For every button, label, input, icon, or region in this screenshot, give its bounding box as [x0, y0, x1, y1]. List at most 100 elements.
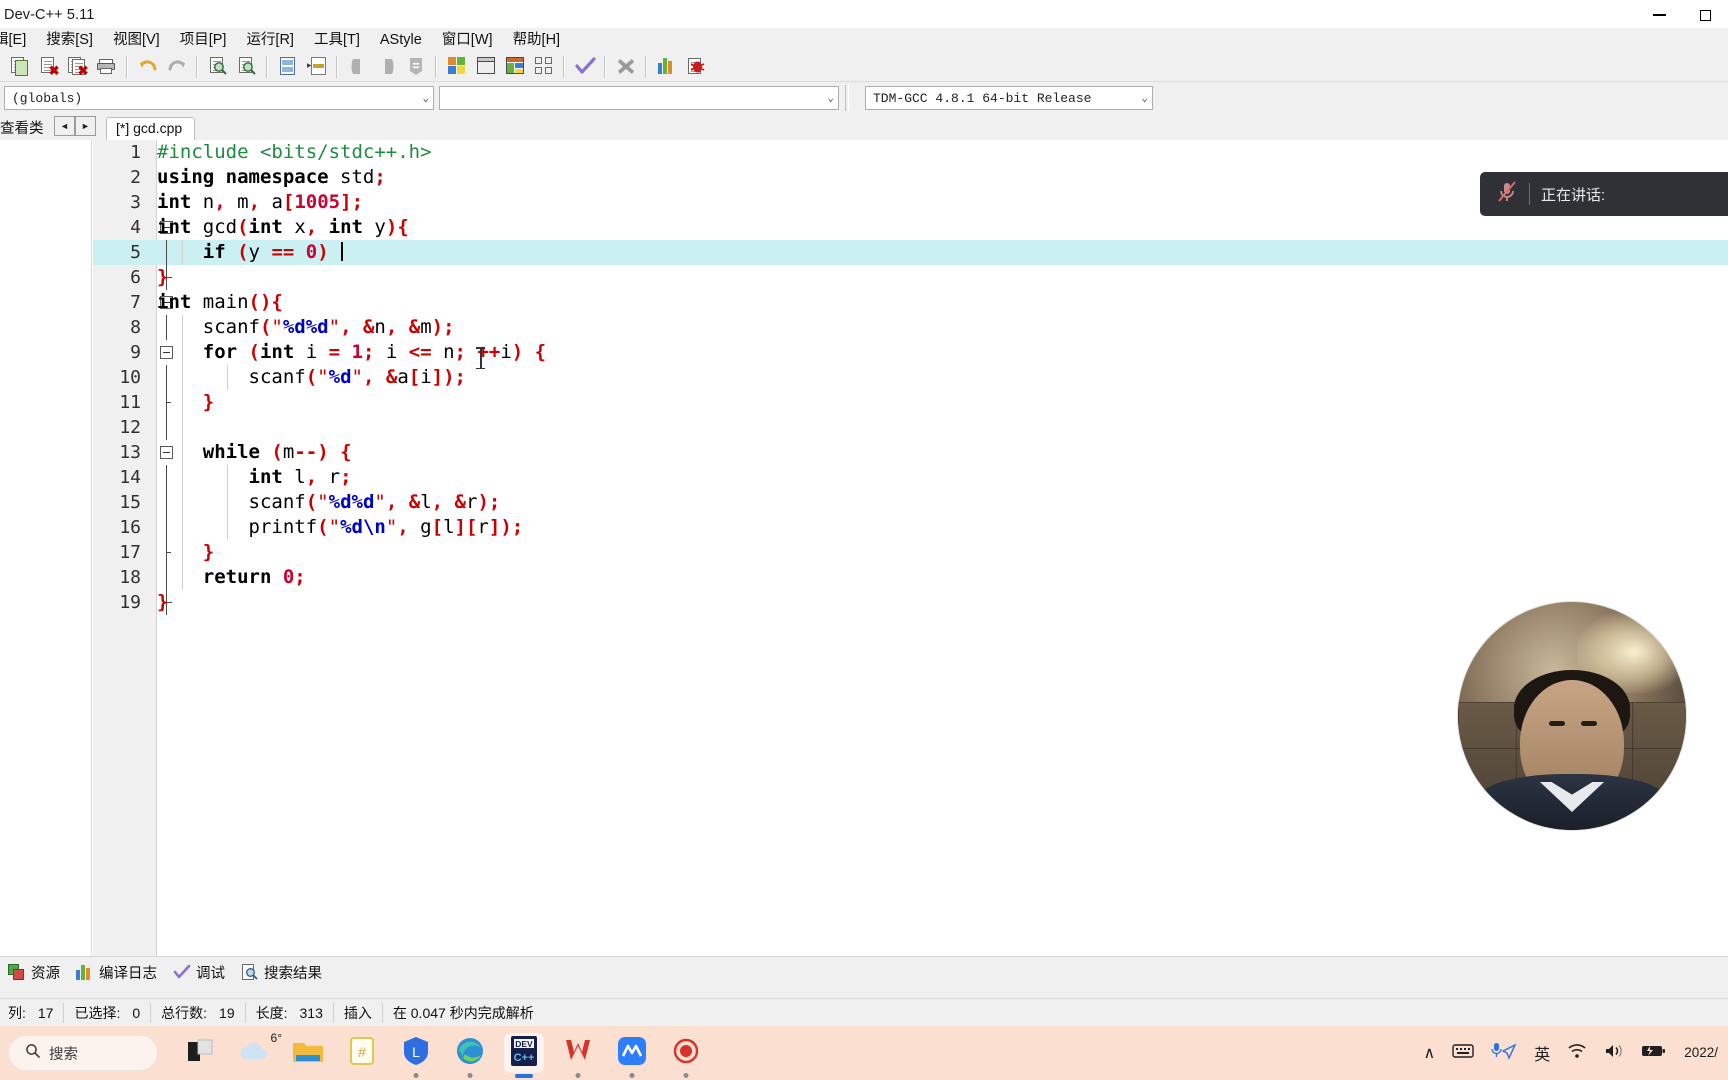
- taskbar-weather[interactable]: 6°: [234, 1031, 282, 1073]
- bottom-tab-compile-log[interactable]: 编译日志: [76, 962, 157, 983]
- taskbar-recorder[interactable]: [666, 1033, 706, 1078]
- cloud-icon: [238, 1037, 270, 1070]
- profile-button[interactable]: [401, 54, 430, 80]
- close-all-button[interactable]: ✖: [63, 54, 92, 80]
- code-line[interactable]: 4 int gcd(int x, int y){: [93, 215, 1728, 240]
- menu-item-run[interactable]: 运行[R]: [236, 29, 304, 51]
- taskbar-devcpp[interactable]: DEV C++: [504, 1033, 544, 1078]
- replace-icon: [278, 57, 298, 76]
- maximize-button[interactable]: [1682, 0, 1728, 30]
- undo-button[interactable]: [133, 54, 162, 80]
- taskbar-notes[interactable]: #: [342, 1033, 382, 1073]
- forward-button[interactable]: [372, 54, 401, 80]
- selector-separator: [845, 85, 849, 111]
- menu-item-view[interactable]: 视图[V]: [103, 29, 170, 51]
- search-icon: [25, 1043, 41, 1063]
- code-line[interactable]: 8 scanf("%d%d", &n, &m);: [93, 315, 1728, 340]
- code-line[interactable]: 14 int l, r;: [93, 465, 1728, 490]
- fold-guide-line: [166, 415, 167, 440]
- code-text-area[interactable]: 1 #include <bits/stdc++.h> 2 using namespac…: [93, 140, 1728, 956]
- code-line[interactable]: 9 for (int i = 1; i <= n; ++i) {: [93, 340, 1728, 365]
- close-file-icon: ✖: [39, 57, 60, 77]
- replace-button[interactable]: [273, 54, 302, 80]
- print-button[interactable]: [92, 54, 121, 80]
- svg-text:C++: C++: [514, 1052, 535, 1064]
- overlay-divider: [1529, 183, 1530, 205]
- bottom-tab-search-results[interactable]: 搜索结果: [241, 962, 322, 983]
- compiler-combobox[interactable]: TDM-GCC 4.8.1 64-bit Release ⌄: [865, 86, 1153, 110]
- tab-gcd-cpp[interactable]: [*] gcd.cpp: [106, 117, 196, 140]
- code-editor[interactable]: 1 #include <bits/stdc++.h> 2 using namespac…: [93, 140, 1728, 956]
- syntax-check-button[interactable]: [570, 54, 599, 80]
- status-length-label: 长度:: [255, 1004, 288, 1021]
- webcam-video-bubble[interactable]: [1458, 602, 1686, 830]
- redo-button[interactable]: [162, 54, 191, 80]
- taskbar-wps[interactable]: [558, 1033, 598, 1078]
- symbol-combobox[interactable]: ⌄: [439, 86, 839, 110]
- taskbar-clock[interactable]: 2022/: [1684, 1045, 1718, 1062]
- taskbar-file-explorer[interactable]: [288, 1033, 328, 1073]
- code-line[interactable]: 6}: [93, 265, 1728, 290]
- menu-item-help[interactable]: 帮助[H]: [503, 29, 571, 51]
- code-line[interactable]: 12: [93, 415, 1728, 440]
- code-line-text: for (int i = 1; i <= n; ++i) {: [202, 341, 547, 363]
- tab-prev-button[interactable]: ◄: [54, 116, 75, 136]
- code-line[interactable]: 15 scanf("%d%d", &l, &r);: [93, 490, 1728, 515]
- taskbar-lenovo[interactable]: L: [396, 1033, 436, 1078]
- code-line[interactable]: 17 }: [93, 540, 1728, 565]
- new-file-button[interactable]: [5, 54, 34, 80]
- back-button[interactable]: [343, 54, 372, 80]
- line-number: 16: [119, 517, 141, 538]
- tray-chevron-up-icon[interactable]: ∧: [1423, 1043, 1435, 1063]
- battery-charging-icon[interactable]: [1641, 1043, 1667, 1064]
- class-browser-panel[interactable]: [0, 140, 92, 956]
- compile-button[interactable]: [442, 54, 471, 80]
- svg-text:DEV: DEV: [515, 1039, 533, 1049]
- code-line[interactable]: 11 }: [93, 390, 1728, 415]
- menu-item-window[interactable]: 窗口[W]: [432, 29, 503, 51]
- wifi-icon[interactable]: [1567, 1043, 1587, 1064]
- goto-line-button[interactable]: [302, 54, 331, 80]
- menu-item-edit[interactable]: 辑[E]: [0, 29, 36, 51]
- line-number: 13: [119, 442, 141, 463]
- code-line[interactable]: 16 printf("%d\n", g[l][r]);: [93, 515, 1728, 540]
- taskbar-meeting[interactable]: [612, 1033, 652, 1078]
- mic-location-icon[interactable]: [1491, 1042, 1517, 1065]
- code-line[interactable]: 13 while (m--) {: [93, 440, 1728, 465]
- find-next-icon: [237, 57, 257, 76]
- tab-row: 查看类 ◄ ► [*] gcd.cpp: [0, 114, 1728, 140]
- debug-button[interactable]: [681, 54, 710, 80]
- bottom-tab-resources[interactable]: 资源: [8, 962, 60, 983]
- code-line[interactable]: 1 #include <bits/stdc++.h>: [93, 140, 1728, 165]
- running-indicator: [683, 1073, 689, 1078]
- taskbar-task-view[interactable]: [180, 1033, 220, 1073]
- close-file-button[interactable]: ✖: [34, 54, 63, 80]
- code-line[interactable]: 10 scanf("%d", &a[i]);: [93, 365, 1728, 390]
- taskbar-search[interactable]: 搜索: [8, 1035, 158, 1071]
- ime-indicator[interactable]: 英: [1534, 1041, 1550, 1065]
- bottom-tab-debug[interactable]: 调试: [173, 962, 225, 983]
- run-button[interactable]: [471, 54, 500, 80]
- code-line-text: return 0;: [202, 566, 306, 588]
- profiling-button[interactable]: [652, 54, 681, 80]
- menu-item-search[interactable]: 搜索[S]: [36, 29, 103, 51]
- menu-bar: 辑[E] 搜索[S] 视图[V] 项目[P] 运行[R] 工具[T] AStyl…: [0, 28, 1728, 52]
- code-line[interactable]: 19}: [93, 590, 1728, 615]
- keyboard-icon[interactable]: [1452, 1043, 1474, 1064]
- tab-next-button[interactable]: ►: [75, 116, 96, 136]
- rebuild-button[interactable]: [529, 54, 558, 80]
- menu-item-astyle[interactable]: AStyle: [370, 29, 432, 51]
- find-button[interactable]: [203, 54, 232, 80]
- compile-run-button[interactable]: [500, 54, 529, 80]
- taskbar-edge[interactable]: [450, 1033, 490, 1078]
- find-next-button[interactable]: [232, 54, 261, 80]
- scope-combobox[interactable]: (globals) ⌄: [4, 86, 434, 110]
- stop-button[interactable]: [611, 54, 640, 80]
- minimize-button[interactable]: [1636, 0, 1682, 30]
- volume-icon[interactable]: [1604, 1043, 1624, 1064]
- code-line[interactable]: 18 return 0;: [93, 565, 1728, 590]
- code-line[interactable]: 5 if (y == 0): [93, 240, 1728, 265]
- menu-item-project[interactable]: 项目[P]: [170, 29, 237, 51]
- code-line[interactable]: 7 int main(){: [93, 290, 1728, 315]
- menu-item-tools[interactable]: 工具[T]: [304, 29, 370, 51]
